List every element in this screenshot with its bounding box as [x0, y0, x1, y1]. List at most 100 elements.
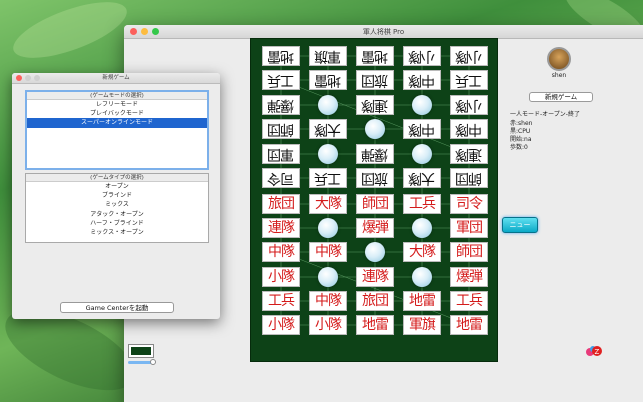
app-logo-icon: Z: [586, 346, 602, 356]
news-button[interactable]: ニュー: [502, 217, 538, 233]
black-piece[interactable]: 司令: [262, 168, 300, 188]
black-piece[interactable]: 軍旗: [309, 46, 347, 66]
new-game-dialog: 新規ゲーム (ゲームモードの選択) レフリーモード プレイバックモード スーパーオン…: [12, 73, 220, 319]
camp-station[interactable]: [412, 218, 432, 238]
player-avatar: [547, 47, 571, 71]
game-mode-item[interactable]: プレイバックモード: [27, 109, 207, 118]
slider-knob[interactable]: [150, 359, 156, 365]
svg-text:Z: Z: [595, 348, 600, 356]
red-piece[interactable]: 地雷: [403, 291, 441, 311]
game-status-moves: 歩数:0: [510, 144, 528, 151]
red-piece[interactable]: 大隊: [309, 194, 347, 214]
red-piece[interactable]: 爆弾: [356, 218, 394, 238]
game-type-items: オープン ブラインド ミックス アタック・オープン ハーフ・ブラインド ミックス・オープン: [26, 182, 208, 237]
game-type-item[interactable]: ブラインド: [26, 191, 208, 200]
red-piece[interactable]: 軍団: [450, 218, 488, 238]
game-mode-item[interactable]: レフリーモード: [27, 100, 207, 109]
close-icon[interactable]: [130, 28, 137, 35]
red-piece[interactable]: 連隊: [262, 218, 300, 238]
red-piece[interactable]: 地雷: [450, 315, 488, 335]
game-type-item[interactable]: ミックス・オープン: [26, 228, 208, 237]
red-piece[interactable]: 司令: [450, 194, 488, 214]
black-piece[interactable]: 小隊: [403, 46, 441, 66]
dialog-titlebar: 新規ゲーム: [12, 73, 220, 84]
window-controls: [130, 28, 159, 35]
camp-station[interactable]: [412, 95, 432, 115]
game-type-item[interactable]: アタック・オープン: [26, 210, 208, 219]
game-board[interactable]: 地雷 軍旗 地雷 小隊 小隊 工兵 地雷 旅団 中隊 工兵 爆弾 連隊 小隊 師団 大隊 中隊 中隊 軍団 爆弾 連隊…: [250, 38, 498, 362]
red-piece[interactable]: 旅団: [356, 291, 394, 311]
volume-slider[interactable]: [128, 359, 156, 365]
new-game-button[interactable]: 新規ゲーム: [529, 92, 593, 102]
red-piece[interactable]: 大隊: [403, 242, 441, 262]
black-piece[interactable]: 地雷: [356, 46, 394, 66]
red-piece[interactable]: 旅団: [262, 194, 300, 214]
main-window-title: 軍人将棋 Pro: [362, 28, 405, 36]
dialog-title: 新規ゲーム: [102, 75, 130, 81]
player-name: shen: [551, 72, 567, 79]
black-piece[interactable]: 地雷: [309, 70, 347, 90]
black-piece[interactable]: 爆弾: [356, 144, 394, 164]
red-piece[interactable]: 工兵: [262, 291, 300, 311]
board-color-well[interactable]: [128, 344, 154, 358]
black-piece[interactable]: 連隊: [450, 144, 488, 164]
red-piece[interactable]: 軍旗: [403, 315, 441, 335]
camp-station[interactable]: [318, 218, 338, 238]
dialog-close-icon[interactable]: [16, 75, 22, 81]
black-piece[interactable]: 工兵: [262, 70, 300, 90]
black-piece[interactable]: 連隊: [356, 95, 394, 115]
camp-station[interactable]: [318, 95, 338, 115]
black-piece[interactable]: 工兵: [450, 70, 488, 90]
red-piece[interactable]: 連隊: [356, 267, 394, 287]
black-piece[interactable]: 旅団: [356, 70, 394, 90]
zoom-icon[interactable]: [152, 28, 159, 35]
red-piece[interactable]: 師団: [450, 242, 488, 262]
black-piece[interactable]: 地雷: [262, 46, 300, 66]
dialog-minimize-icon: [25, 75, 31, 81]
dialog-zoom-icon: [34, 75, 40, 81]
red-piece[interactable]: 中隊: [309, 242, 347, 262]
black-piece[interactable]: 師団: [450, 168, 488, 188]
red-piece[interactable]: 小隊: [262, 315, 300, 335]
black-piece[interactable]: 中隊: [450, 119, 488, 139]
black-piece[interactable]: 中隊: [403, 119, 441, 139]
game-type-item[interactable]: ミックス: [26, 200, 208, 209]
black-piece[interactable]: 小隊: [450, 46, 488, 66]
red-piece[interactable]: 中隊: [309, 291, 347, 311]
red-piece[interactable]: 小隊: [262, 267, 300, 287]
red-piece[interactable]: 師団: [356, 194, 394, 214]
game-type-item[interactable]: ハーフ・ブラインド: [26, 219, 208, 228]
red-piece[interactable]: 工兵: [450, 291, 488, 311]
black-piece[interactable]: 大隊: [403, 168, 441, 188]
game-center-button[interactable]: Game Centerを起動: [60, 302, 174, 313]
minimize-icon[interactable]: [141, 28, 148, 35]
black-piece[interactable]: 旅団: [356, 168, 394, 188]
camp-station[interactable]: [318, 144, 338, 164]
game-mode-items: レフリーモード プレイバックモード スーパーオンラインモード: [27, 100, 207, 128]
black-piece[interactable]: 中隊: [403, 70, 441, 90]
black-piece[interactable]: 師団: [262, 119, 300, 139]
black-piece[interactable]: 工兵: [309, 168, 347, 188]
red-piece[interactable]: 爆弾: [450, 267, 488, 287]
red-piece[interactable]: 中隊: [262, 242, 300, 262]
game-type-item[interactable]: オープン: [26, 182, 208, 191]
game-mode-item[interactable]: スーパーオンラインモード: [27, 118, 207, 128]
main-titlebar: 軍人将棋 Pro: [124, 25, 643, 39]
camp-station[interactable]: [365, 242, 385, 262]
red-piece[interactable]: 小隊: [309, 315, 347, 335]
red-piece[interactable]: 工兵: [403, 194, 441, 214]
black-piece[interactable]: 大隊: [309, 119, 347, 139]
black-piece[interactable]: 小隊: [450, 95, 488, 115]
camp-station[interactable]: [365, 119, 385, 139]
black-piece[interactable]: 軍団: [262, 144, 300, 164]
camp-station[interactable]: [412, 144, 432, 164]
dialog-window-controls: [16, 75, 40, 81]
red-piece[interactable]: 地雷: [356, 315, 394, 335]
camp-station[interactable]: [412, 267, 432, 287]
game-mode-list[interactable]: (ゲームモードの選択) レフリーモード プレイバックモード スーパーオンラインモード: [25, 90, 209, 170]
game-type-header: (ゲームタイプの選択): [26, 174, 208, 182]
black-piece[interactable]: 爆弾: [262, 95, 300, 115]
game-status-mode: 一人モード-オープン-終了: [510, 111, 580, 118]
game-type-list[interactable]: (ゲームタイプの選択) オープン ブラインド ミックス アタック・オープン ハーフ・ブラ…: [25, 173, 209, 243]
camp-station[interactable]: [318, 267, 338, 287]
